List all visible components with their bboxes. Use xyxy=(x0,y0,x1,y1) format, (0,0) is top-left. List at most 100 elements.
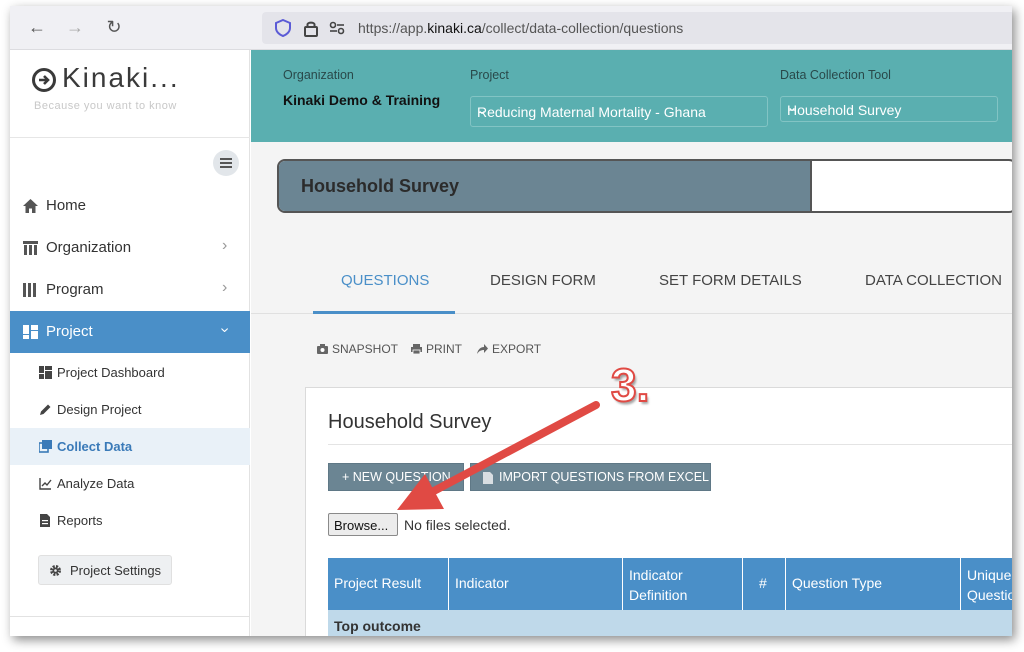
print-label: PRINT xyxy=(426,342,462,356)
divider xyxy=(328,444,1012,445)
sidebar-item-program[interactable]: Program › xyxy=(10,269,250,311)
column-header[interactable]: Indicator Definition xyxy=(623,558,743,610)
address-bar[interactable]: https://app.kinaki.ca/collect/data-colle… xyxy=(262,12,1012,44)
url-prefix: https://app. xyxy=(358,20,428,36)
column-header[interactable]: Unique Question xyxy=(961,558,1012,610)
export-label: EXPORT xyxy=(492,342,542,356)
sidebar-subitem-label: Design Project xyxy=(57,402,142,417)
chevron-right-icon: › xyxy=(222,279,228,296)
sidebar-subitem-design-project[interactable]: Design Project xyxy=(10,391,250,428)
pencil-icon xyxy=(40,404,51,415)
tool-select[interactable]: Household Survey ⌄ xyxy=(780,96,998,122)
group-row: Top outcome xyxy=(328,610,1012,636)
file-status: No files selected. xyxy=(404,517,511,533)
org-label: Organization xyxy=(283,68,354,82)
sidebar-subitem-reports[interactable]: Reports xyxy=(10,502,250,539)
url-path: /collect/data-collection/questions xyxy=(481,20,684,36)
column-header-label: # xyxy=(759,575,767,591)
divider xyxy=(10,616,250,617)
sidebar-item-organization[interactable]: Organization › xyxy=(10,227,250,269)
column-header-label: Unique Question xyxy=(967,567,1012,603)
sidebar-item-home[interactable]: Home xyxy=(10,185,250,227)
tab-data-collection[interactable]: DATA COLLECTION xyxy=(865,272,1002,312)
sidebar-item-label: Program xyxy=(46,281,104,298)
home-icon xyxy=(23,199,38,213)
menu-toggle-icon[interactable] xyxy=(213,150,239,176)
printer-icon xyxy=(411,344,422,354)
column-header[interactable]: Project Result xyxy=(328,558,449,610)
page-title-bar: Household Survey xyxy=(277,159,1012,213)
project-label: Project xyxy=(470,68,509,82)
back-icon[interactable]: ← xyxy=(26,16,48,38)
chevron-down-icon: ⌄ xyxy=(787,100,798,114)
snapshot-label: SNAPSHOT xyxy=(332,342,399,356)
sidebar: Kinaki... Because you want to know Home … xyxy=(10,50,250,636)
sidebar-subitem-label: Reports xyxy=(57,513,103,528)
sidebar-subitem-project-dashboard[interactable]: Project Dashboard xyxy=(10,354,250,391)
group-row-label: Top outcome xyxy=(334,618,421,634)
url-text[interactable]: https://app.kinaki.ca/collect/data-colle… xyxy=(358,20,683,36)
lock-icon[interactable] xyxy=(302,19,320,37)
column-header-label: Indicator Definition xyxy=(629,567,688,603)
sidebar-subitem-collect-data[interactable]: Collect Data xyxy=(10,428,250,465)
snapshot-button[interactable]: SNAPSHOT xyxy=(317,342,398,356)
reload-icon[interactable]: ↻ xyxy=(103,16,125,38)
sidebar-subitem-label: Project Dashboard xyxy=(57,365,165,380)
file-icon xyxy=(483,472,493,484)
dashboard-icon xyxy=(39,366,52,379)
export-button[interactable]: EXPORT xyxy=(477,342,541,356)
logo-tagline: Because you want to know xyxy=(34,100,177,112)
org-value: Kinaki Demo & Training xyxy=(283,92,441,108)
panel-title: Household Survey xyxy=(328,411,492,433)
camera-icon xyxy=(317,344,328,354)
gear-icon xyxy=(50,565,61,576)
project-select[interactable]: Reducing Maternal Mortality - Ghana ⌄ xyxy=(470,96,768,127)
column-header-label: Project Result xyxy=(334,575,422,591)
column-header[interactable]: Indicator xyxy=(449,558,623,610)
column-header-label: Indicator xyxy=(455,575,509,591)
logo-arrow-icon xyxy=(32,68,56,92)
print-button[interactable]: PRINT xyxy=(411,342,462,356)
tool-label: Data Collection Tool xyxy=(780,68,891,82)
column-header[interactable]: # xyxy=(743,558,786,610)
context-header: Organization Kinaki Demo & Training Proj… xyxy=(251,50,1012,142)
tab-questions[interactable]: QUESTIONS xyxy=(341,272,429,312)
app-window: ← → ↻ https://app.kinaki.ca/collect/data… xyxy=(10,6,1012,636)
page-title: Household Survey xyxy=(301,176,460,196)
import-excel-button[interactable]: IMPORT QUESTIONS FROM EXCEL xyxy=(470,463,711,491)
sidebar-subitem-analyze-data[interactable]: Analyze Data xyxy=(10,465,250,502)
browse-file-button[interactable]: Browse... xyxy=(328,513,398,536)
shield-icon[interactable] xyxy=(274,19,292,37)
forward-icon[interactable]: → xyxy=(64,16,86,38)
sidebar-subitem-label: Analyze Data xyxy=(57,476,135,491)
questions-panel: Household Survey + NEW QUESTION IMPORT Q… xyxy=(305,387,1012,636)
chevron-down-icon: › xyxy=(216,327,234,333)
active-tab-indicator xyxy=(313,311,455,314)
org-icon xyxy=(23,241,38,255)
column-header-label: Question Type xyxy=(792,575,883,591)
new-question-label: + NEW QUESTION xyxy=(342,470,451,484)
project-settings-button[interactable]: Project Settings xyxy=(38,555,172,585)
new-question-button[interactable]: + NEW QUESTION xyxy=(328,463,464,491)
annotation-step-number: 3. xyxy=(610,358,650,412)
logo-text: Kinaki... xyxy=(62,62,180,93)
collect-icon xyxy=(39,440,52,453)
url-domain: kinaki.ca xyxy=(427,20,482,36)
sidebar-subitem-label: Collect Data xyxy=(57,439,133,454)
import-excel-label: IMPORT QUESTIONS FROM EXCEL xyxy=(499,470,709,484)
permissions-icon[interactable] xyxy=(328,19,346,37)
sidebar-item-label: Project xyxy=(46,323,93,340)
sidebar-item-project[interactable]: Project › xyxy=(10,311,250,353)
browser-toolbar: ← → ↻ https://app.kinaki.ca/collect/data… xyxy=(10,6,1012,50)
report-icon xyxy=(40,514,50,527)
sidebar-item-label: Home xyxy=(46,197,87,214)
browse-label: Browse... xyxy=(334,518,389,533)
column-header[interactable]: Question Type xyxy=(786,558,961,610)
chevron-down-icon: ⌄ xyxy=(477,103,488,117)
program-icon xyxy=(23,283,36,297)
tab-design-form[interactable]: DESIGN FORM xyxy=(490,272,596,312)
logo[interactable]: Kinaki... Because you want to know xyxy=(10,50,250,138)
tab-set-form-details[interactable]: SET FORM DETAILS xyxy=(659,272,802,312)
project-settings-label: Project Settings xyxy=(70,563,162,578)
sidebar-item-label: Organization xyxy=(46,239,132,256)
